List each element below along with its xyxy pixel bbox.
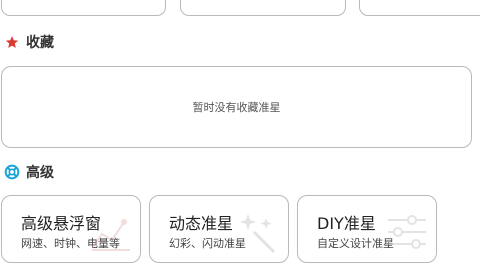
screen: 收藏 暂时没有收藏准星 高级 高级悬浮窗 网速、时钟、电量等 动态准星 幻彩、闪… [0,0,480,273]
advanced-title: 高级 [26,165,54,181]
top-card-3[interactable] [359,0,480,16]
favorites-empty-text: 暂时没有收藏准星 [192,101,281,114]
favorites-header: 收藏 [4,32,54,52]
favorites-box: 暂时没有收藏准星 [1,66,472,148]
diy-crosshair-card[interactable]: DIY准星 自定义设计准星 [297,195,437,263]
lifebuoy-icon [4,164,20,180]
dynamic-crosshair-card[interactable]: 动态准星 幻彩、闪动准星 [149,195,289,263]
sliders-icon [388,215,426,249]
favorites-title: 收藏 [26,35,54,51]
card-title: 动态准星 [169,214,234,233]
chart-icon [91,219,130,251]
star-icon [4,34,20,50]
advanced-floating-window-card[interactable]: 高级悬浮窗 网速、时钟、电量等 [1,195,141,263]
top-card-2[interactable] [180,0,346,16]
advanced-header: 高级 [4,162,54,182]
card-title: DIY准星 [317,214,376,233]
top-card-1[interactable] [1,0,166,16]
sparkle-wand-icon [240,214,276,254]
